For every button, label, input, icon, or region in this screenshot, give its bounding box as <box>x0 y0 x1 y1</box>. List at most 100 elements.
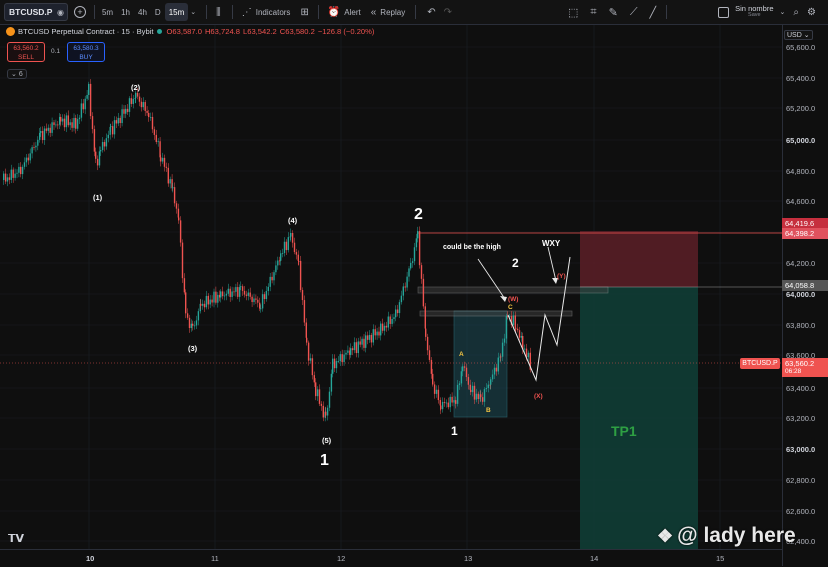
interval-5m[interactable]: 5m <box>98 3 117 21</box>
candle-body <box>411 261 414 263</box>
candle-body <box>417 231 419 239</box>
wave-label-4: (4) <box>288 216 298 225</box>
price-label: 63,800.0 <box>786 321 816 330</box>
currency-selector[interactable]: USD ⌄ <box>784 30 813 40</box>
candle-body <box>138 96 141 102</box>
indicators-button[interactable]: Indicators <box>252 3 295 21</box>
candle-body <box>73 117 75 128</box>
candle-body <box>8 177 11 180</box>
candle-body <box>301 290 304 301</box>
candle-body <box>241 286 244 291</box>
price-label: 63,000.0 <box>786 445 816 454</box>
chevron-down-icon[interactable]: ⌄ <box>780 8 786 16</box>
layout-icon[interactable] <box>718 6 730 18</box>
pen-icon[interactable]: ⟋ <box>630 6 638 19</box>
candle-body <box>341 354 343 363</box>
candle-body <box>3 173 5 180</box>
candle-body <box>458 383 461 385</box>
candle-body <box>40 131 42 133</box>
candle-body <box>453 400 455 403</box>
indicators-toggle[interactable]: ⌄ 6 <box>7 69 27 79</box>
wave-label-3: (3) <box>188 344 198 353</box>
candle-body <box>10 169 12 180</box>
candle-body <box>135 92 137 98</box>
alert-button[interactable]: Alert <box>340 3 364 21</box>
chevron-down-icon: ⌄ <box>11 71 19 78</box>
candle-body <box>84 98 86 110</box>
candle-body <box>80 103 83 118</box>
candle-body <box>201 303 204 306</box>
redo-icon[interactable]: ↷ <box>444 7 452 18</box>
candle-body <box>433 384 436 394</box>
interval-d[interactable]: D <box>151 3 165 21</box>
candle-body <box>100 150 102 152</box>
interval-4h[interactable]: 4h <box>134 3 151 21</box>
candle-body <box>227 288 229 294</box>
candle-body <box>275 265 277 273</box>
symbol-search[interactable]: BTCUSD.P ◉ <box>4 3 68 21</box>
candle-body <box>57 124 59 126</box>
candle-body <box>313 375 315 383</box>
interval-15m[interactable]: 15m <box>164 3 189 21</box>
candle-body <box>39 132 41 140</box>
take-profit-zone <box>580 287 698 549</box>
candle-body <box>291 233 294 243</box>
add-symbol-icon[interactable]: + <box>73 6 86 18</box>
candle-body <box>31 147 33 154</box>
candle-body <box>467 377 470 385</box>
candle-body <box>435 389 438 394</box>
candle-body <box>505 316 508 339</box>
candle-body <box>353 342 356 351</box>
candle-body <box>263 294 266 300</box>
undo-icon[interactable]: ↶ <box>427 7 435 18</box>
time-axis[interactable] <box>0 549 782 567</box>
divider <box>93 5 95 19</box>
candle-body <box>515 327 517 329</box>
candle-body <box>481 397 484 402</box>
buy-button[interactable]: 63,580.3 BUY <box>67 42 105 62</box>
candle-body <box>318 389 321 404</box>
candle-body <box>157 141 159 143</box>
candle-body <box>267 286 269 291</box>
candle-body <box>23 162 26 167</box>
candle-body <box>315 382 317 397</box>
replay-button[interactable]: Replay <box>376 3 409 21</box>
stop-price-tag-2: 64,398.2 <box>782 228 828 239</box>
legend-high: H63,724.8 <box>204 27 240 36</box>
price-chart[interactable] <box>0 25 782 549</box>
candle-body <box>259 302 261 309</box>
templates-icon[interactable]: ⊞ <box>300 7 308 18</box>
candle-body <box>523 348 526 350</box>
candle-body <box>359 341 361 345</box>
candle-body <box>503 338 506 343</box>
candle-body <box>223 295 226 297</box>
crop-icon[interactable]: ⌗ <box>590 6 596 19</box>
candle-body <box>389 316 391 324</box>
tp1-label: TP1 <box>611 423 637 439</box>
candle-body <box>183 278 186 293</box>
candle-body <box>75 117 77 129</box>
candle-body <box>121 109 123 124</box>
high-note: could be the high <box>443 244 501 251</box>
chevron-down-icon[interactable]: ⌄ <box>190 8 196 16</box>
search-icon[interactable]: ⌕ <box>793 7 799 18</box>
candle-body <box>181 242 184 279</box>
candle-body <box>89 83 92 117</box>
candle-body <box>295 252 298 255</box>
candle-body <box>215 291 217 303</box>
wave-c-label: C <box>508 304 513 311</box>
settings-icon[interactable]: ⚙ <box>807 7 816 18</box>
candle-body <box>123 109 125 114</box>
candle-body <box>320 403 323 406</box>
candle-body <box>115 120 118 124</box>
brush-icon[interactable]: ✎ <box>609 6 618 19</box>
candle-body <box>512 315 515 326</box>
layout-name[interactable]: Sin nombre Save <box>735 5 773 19</box>
candles-icon[interactable]: ⫼ <box>216 7 221 18</box>
select-rect-icon[interactable]: ⬚ <box>568 6 578 19</box>
sell-button[interactable]: 63,560.2 SELL <box>7 42 45 62</box>
candle-body <box>420 265 423 279</box>
interval-1h[interactable]: 1h <box>117 3 134 21</box>
line-tool-icon[interactable]: ╱ <box>650 6 657 19</box>
wave-label-2: (2) <box>131 83 141 92</box>
